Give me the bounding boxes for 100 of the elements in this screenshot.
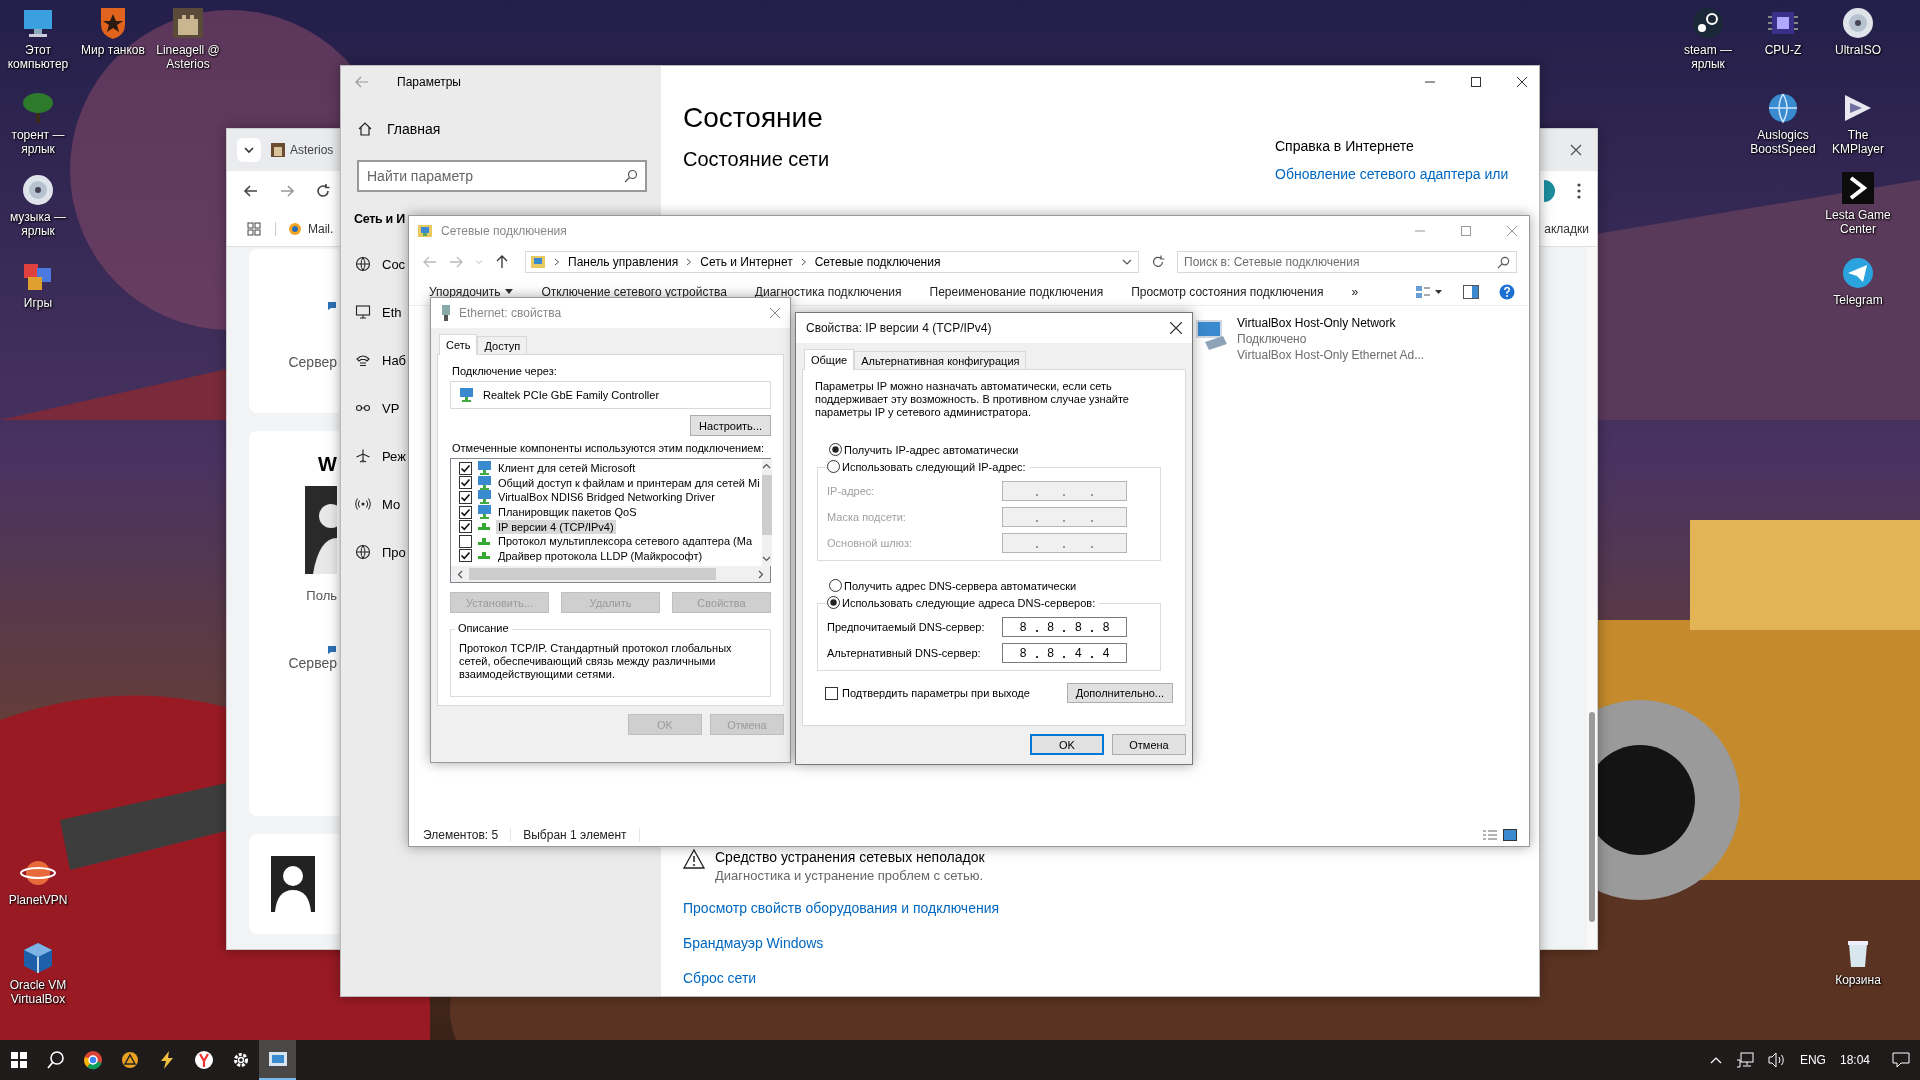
list-item[interactable]: IP версии 4 (TCP/IPv4): [496, 519, 616, 534]
list-item[interactable]: VirtualBox NDIS6 Bridged Networking Driver: [496, 490, 717, 505]
checkbox[interactable]: [459, 505, 472, 519]
close-icon[interactable]: [1517, 77, 1527, 87]
clock[interactable]: 18:04: [1839, 1053, 1870, 1067]
preview-pane-icon[interactable]: [1463, 284, 1479, 299]
scrollbar[interactable]: [761, 459, 772, 566]
forward-icon[interactable]: [279, 183, 295, 199]
more-icon[interactable]: [1577, 183, 1581, 199]
checkbox[interactable]: [459, 491, 472, 504]
list-item[interactable]: Клиент для сетей Microsoft: [496, 461, 638, 476]
desktop-icon-label[interactable]: Игры: [23, 296, 53, 310]
help-icon[interactable]: [1499, 283, 1515, 300]
bookmarks-label[interactable]: акладки: [1544, 221, 1589, 236]
tab-list-button[interactable]: [237, 138, 261, 162]
radio-button[interactable]: Получить адрес DNS-сервера автоматически: [829, 579, 1173, 592]
radio-icon[interactable]: [829, 579, 842, 592]
nav-item[interactable]: VP: [341, 384, 400, 432]
address-bar[interactable]: Панель управления Сеть и Интернет Сетевые подключения: [525, 251, 1139, 273]
nav-item[interactable]: Сос: [341, 240, 406, 288]
up-arrow-icon[interactable]: [495, 255, 509, 269]
desktop-icon-label[interactable]: музыка — ярлык: [0, 210, 76, 238]
checkbox[interactable]: [459, 534, 472, 548]
desktop-icon-label[interactable]: Корзина: [1835, 973, 1881, 987]
large-icons-view-icon[interactable]: [1503, 829, 1517, 841]
scrollbar-thumb[interactable]: [1589, 712, 1595, 922]
scrollbar[interactable]: [1587, 247, 1597, 949]
checkbox[interactable]: [459, 461, 472, 475]
nav-item[interactable]: Наб: [341, 336, 407, 384]
troubleshooter-title[interactable]: Средство устранения сетевых неполадок: [715, 849, 985, 865]
language-indicator[interactable]: ENG: [1799, 1053, 1826, 1067]
scrollbar[interactable]: [451, 566, 770, 582]
radio-icon[interactable]: [827, 596, 840, 609]
desktop-icon-label[interactable]: Lesta Game Center: [1820, 208, 1896, 236]
avatar-icon[interactable]: [1543, 180, 1555, 202]
list-item[interactable]: Общий доступ к файлам и принтерам для сетей Mi: [496, 475, 762, 490]
breadcrumb[interactable]: Сеть и Интернет: [700, 255, 793, 269]
desktop-icon-label[interactable]: Этот компьютер: [0, 43, 76, 71]
radio-button[interactable]: Использовать следующие адреса DNS-серверов:: [827, 596, 1100, 609]
settings-link[interactable]: Брандмауэр Windows: [683, 935, 1539, 951]
checkbox[interactable]: [459, 476, 472, 490]
chevron-icon[interactable]: [1840, 170, 1876, 206]
toolbar-button[interactable]: Диагностика подключения: [744, 279, 912, 304]
configure-button[interactable]: Настроить...: [690, 415, 771, 436]
toolbar-button[interactable]: »: [1341, 279, 1369, 304]
radio-icon[interactable]: [827, 460, 840, 473]
checkbox-label[interactable]: Подтвердить параметры при выходе: [842, 687, 1030, 699]
home-nav-item[interactable]: Главная: [341, 104, 661, 154]
reload-icon[interactable]: [315, 183, 331, 199]
steam-icon[interactable]: [1690, 5, 1726, 41]
breadcrumb[interactable]: Сетевые подключения: [814, 255, 941, 269]
desktop-icon-label[interactable]: UltraISO: [1835, 43, 1881, 57]
chevron-down-icon[interactable]: [1122, 258, 1132, 266]
list-item[interactable]: Драйвер протокола LLDP (Майкрософт): [496, 548, 705, 563]
network-icon[interactable]: [1735, 1052, 1754, 1068]
disc-icon[interactable]: [1840, 5, 1876, 41]
ip-address-field[interactable]: 8 8 4 4: [1002, 643, 1127, 663]
back-icon[interactable]: [243, 183, 259, 199]
radio-button[interactable]: Получить IP-адрес автоматически: [829, 443, 1173, 456]
taskbar-button[interactable]: [259, 1040, 296, 1080]
desktop-icon-label[interactable]: PlanetVPN: [8, 893, 68, 907]
apps-grid-icon[interactable]: [247, 221, 261, 236]
castle-icon[interactable]: [170, 5, 206, 41]
toolbar-button[interactable]: Переименование подключения: [919, 279, 1114, 304]
tab[interactable]: Сеть: [439, 334, 478, 355]
volume-icon[interactable]: [1767, 1052, 1786, 1068]
nav-item[interactable]: Про: [341, 528, 406, 576]
tree-icon[interactable]: [20, 90, 56, 126]
nav-item[interactable]: Мо: [341, 480, 401, 528]
maximize-icon[interactable]: [1471, 77, 1481, 87]
disc-icon[interactable]: [20, 172, 56, 208]
help-link[interactable]: Обновление сетевого адаптера или: [1275, 166, 1539, 182]
network-item[interactable]: VirtualBox Host-Only Network Подключено VirtualBox Host-Only Ethernet Ad...: [1193, 316, 1529, 362]
radio-icon[interactable]: [829, 443, 842, 456]
breadcrumb[interactable]: Панель управления: [568, 255, 679, 269]
tab[interactable]: Общие: [804, 349, 855, 370]
bookmark[interactable]: Mail.: [275, 221, 334, 236]
scrollbar-thumb[interactable]: [761, 475, 772, 535]
tab[interactable]: Доступ: [477, 336, 528, 354]
desktop-icon-label[interactable]: Oracle VM VirtualBox: [0, 978, 76, 1006]
scrollbar-thumb[interactable]: [469, 568, 716, 580]
nav-item[interactable]: Реж: [341, 432, 406, 480]
radio-button[interactable]: Использовать следующий IP-адрес:: [827, 460, 1030, 473]
desktop-icon-label[interactable]: steam — ярлык: [1670, 43, 1746, 71]
refresh-icon[interactable]: [1151, 255, 1165, 269]
checkbox[interactable]: [825, 686, 838, 700]
checkbox[interactable]: [459, 549, 472, 563]
desktop-icon-label[interactable]: Telegram: [1833, 293, 1883, 307]
dialog-button[interactable]: Отмена: [1112, 734, 1186, 755]
desktop-icon-label[interactable]: Мир танков: [81, 43, 145, 57]
close-icon[interactable]: [1170, 322, 1182, 334]
settings-link[interactable]: Сброс сети: [683, 970, 1539, 986]
list-item[interactable]: Планировщик пакетов QoS: [496, 505, 639, 520]
chevron-up-icon[interactable]: [1709, 1056, 1722, 1064]
toolbar-button[interactable]: Просмотр состояния подключения: [1121, 279, 1334, 304]
settings-link[interactable]: Просмотр свойств оборудования и подключения: [683, 900, 1539, 916]
desktop-icon-label[interactable]: Auslogics BoostSpeed: [1745, 128, 1821, 156]
dialog-button[interactable]: OK: [1030, 734, 1104, 755]
checkbox[interactable]: [459, 520, 472, 534]
desktop-icon-label[interactable]: CPU-Z: [1764, 43, 1802, 57]
